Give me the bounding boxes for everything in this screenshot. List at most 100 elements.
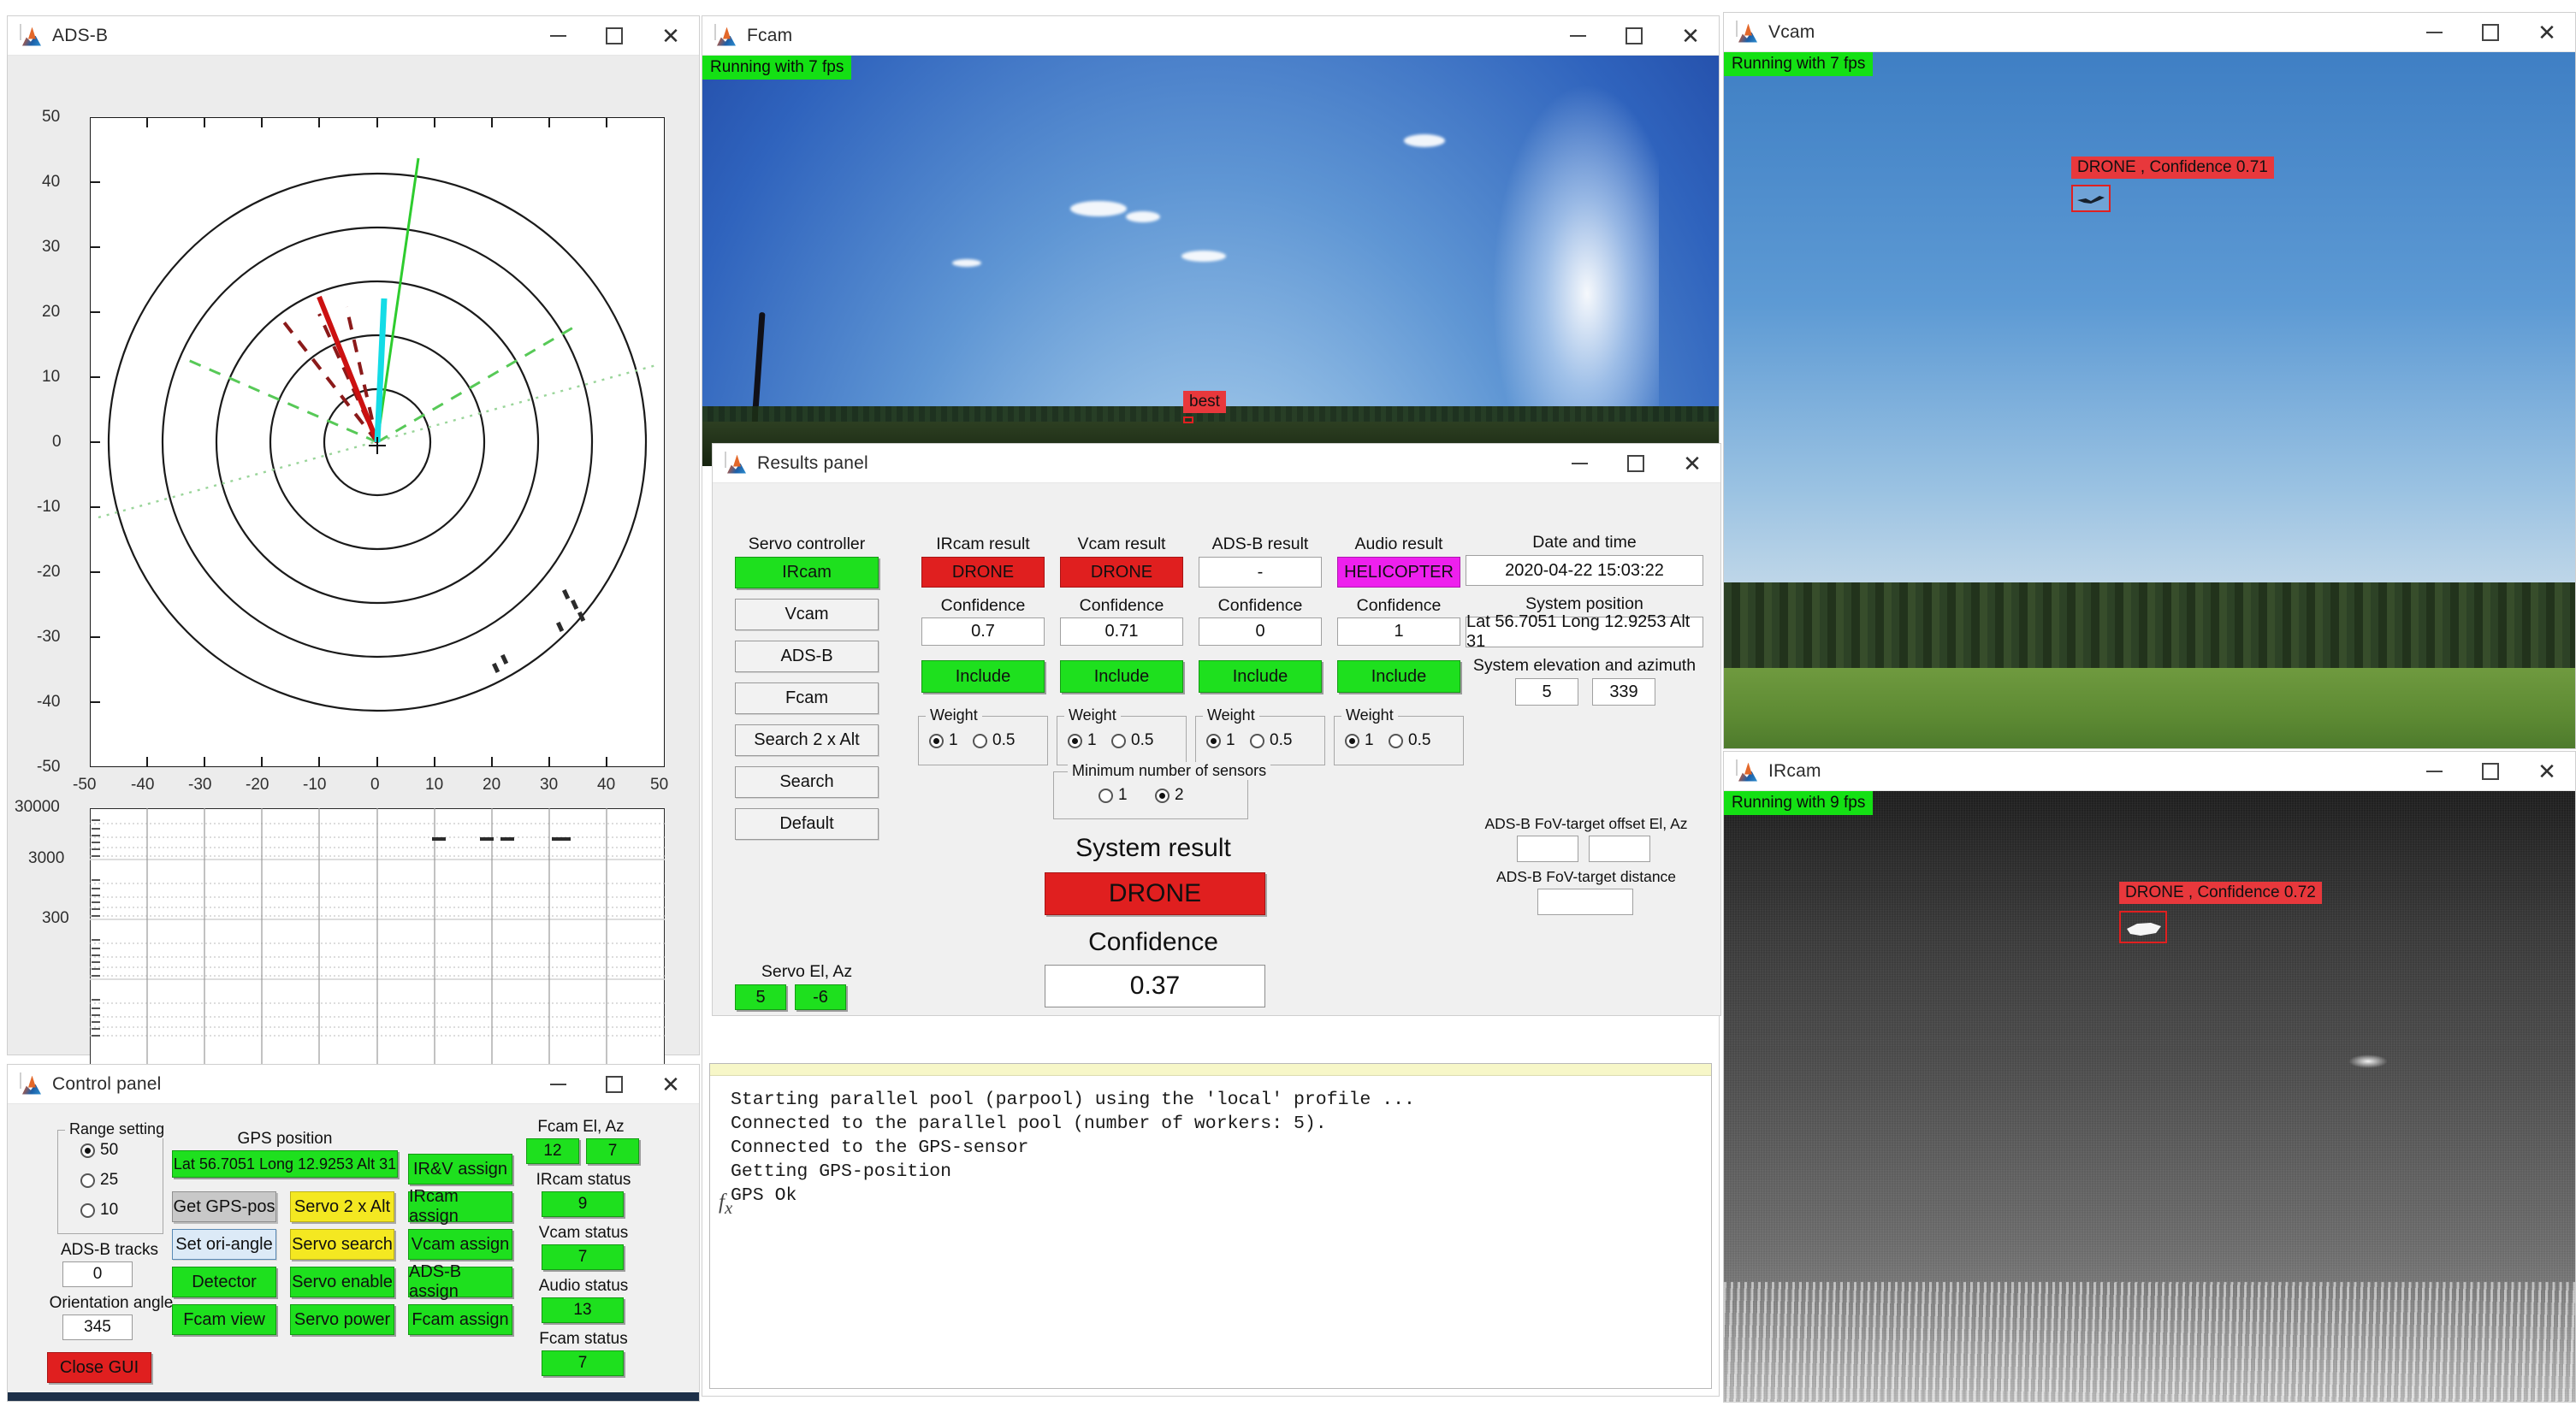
minimize-icon[interactable] bbox=[530, 1066, 586, 1103]
adsb-weight-radio-05[interactable]: 0.5 bbox=[1250, 731, 1292, 750]
vcam-weight-radio-1[interactable]: 1 bbox=[1068, 731, 1097, 750]
adsb-polar-range-plot: 50 40 30 20 10 0 -10 -20 -30 -40 -50 -50… bbox=[37, 108, 668, 794]
adsb-assign-button[interactable]: ADS-B assign bbox=[408, 1262, 512, 1301]
servo-2x-alt-button[interactable]: Servo 2 x Alt bbox=[290, 1191, 394, 1222]
min-sensors-radio-1[interactable]: 1 bbox=[1099, 786, 1128, 805]
range-setting-radio-50[interactable]: 50 bbox=[80, 1141, 118, 1160]
fov-offset-elevation-value[interactable] bbox=[1517, 836, 1578, 862]
close-icon[interactable]: ✕ bbox=[1662, 17, 1719, 55]
servo-controller-button-search[interactable]: Search bbox=[735, 766, 879, 798]
minimize-icon[interactable] bbox=[2406, 753, 2462, 790]
close-icon[interactable]: ✕ bbox=[643, 17, 699, 55]
audio-status-value: 13 bbox=[542, 1297, 624, 1323]
servo-controller-label: Servo controller bbox=[748, 535, 866, 553]
console-line: Connected to the parallel pool (number o… bbox=[731, 1114, 1327, 1134]
maximize-icon[interactable] bbox=[586, 17, 643, 55]
polar-xtick: -30 bbox=[188, 776, 212, 794]
servo-controller-button-vcam[interactable]: Vcam bbox=[735, 599, 879, 630]
polar-ytick: -50 bbox=[37, 758, 61, 776]
min-sensors-radio-2[interactable]: 2 bbox=[1155, 786, 1184, 805]
vcam-confidence-label: Confidence bbox=[1079, 596, 1164, 615]
maximize-icon[interactable] bbox=[2462, 14, 2519, 51]
minimize-icon[interactable] bbox=[1551, 445, 1608, 482]
titlebar-fcam[interactable]: Fcam ✕ bbox=[702, 16, 1719, 56]
fcam-fps-badge: Running with 7 fps bbox=[702, 56, 852, 80]
adsb-tracks-value[interactable]: 0 bbox=[62, 1261, 133, 1287]
titlebar-adsb[interactable]: ADS-B ✕ bbox=[8, 16, 699, 56]
servo-controller-button-default[interactable]: Default bbox=[735, 808, 879, 840]
minimize-icon[interactable] bbox=[2406, 14, 2462, 51]
adsb-confidence-value: 0 bbox=[1199, 617, 1322, 646]
console-line: Starting parallel pool (parpool) using t… bbox=[731, 1090, 1415, 1110]
servo-power-button[interactable]: Servo power bbox=[290, 1304, 394, 1335]
vcam-assign-button[interactable]: Vcam assign bbox=[408, 1229, 512, 1260]
system-elevation-value: 5 bbox=[1515, 678, 1578, 706]
fov-distance-value[interactable] bbox=[1537, 889, 1633, 915]
range-setting-radio-25[interactable]: 25 bbox=[80, 1171, 118, 1190]
servo-enable-button[interactable]: Servo enable bbox=[290, 1267, 394, 1297]
matlab-console[interactable]: Starting parallel pool (parpool) using t… bbox=[709, 1063, 1712, 1389]
fcam-status-value: 7 bbox=[542, 1350, 624, 1376]
range-option-25-label: 25 bbox=[100, 1171, 119, 1189]
window-title-adsb: ADS-B bbox=[52, 25, 109, 45]
minimize-icon[interactable] bbox=[530, 17, 586, 55]
vcam-weight-radio-05[interactable]: 0.5 bbox=[1111, 731, 1153, 750]
matlab-membrane-icon bbox=[1736, 759, 1758, 783]
ircam-assign-button[interactable]: IRcam assign bbox=[408, 1187, 512, 1226]
matlab-membrane-icon bbox=[20, 23, 42, 47]
close-icon[interactable]: ✕ bbox=[2519, 753, 2575, 790]
window-control-panel[interactable]: Control panel ✕ Range setting 50 25 10 A… bbox=[7, 1064, 700, 1402]
fcam-assign-button[interactable]: Fcam assign bbox=[408, 1304, 512, 1335]
audio-weight-radio-1[interactable]: 1 bbox=[1345, 731, 1374, 750]
audio-weight-radio-05[interactable]: 0.5 bbox=[1389, 731, 1430, 750]
servo-search-button[interactable]: Servo search bbox=[290, 1229, 394, 1260]
close-icon[interactable]: ✕ bbox=[2519, 14, 2575, 51]
vcam-include-button[interactable]: Include bbox=[1060, 660, 1183, 693]
maximize-icon[interactable] bbox=[2462, 753, 2519, 790]
servo-controller-button-fcam[interactable]: Fcam bbox=[735, 682, 879, 714]
orientation-angle-value[interactable]: 345 bbox=[62, 1315, 133, 1340]
fcam-view-button[interactable]: Fcam view bbox=[172, 1304, 276, 1335]
set-ori-angle-button[interactable]: Set ori-angle bbox=[172, 1229, 276, 1260]
close-gui-button[interactable]: Close GUI bbox=[47, 1352, 151, 1383]
ir-and-v-assign-button[interactable]: IR&V assign bbox=[408, 1154, 512, 1185]
range-setting-label: Range setting bbox=[65, 1120, 169, 1138]
titlebar-results[interactable]: Results panel ✕ bbox=[713, 444, 1720, 483]
titlebar-vcam[interactable]: Vcam ✕ bbox=[1724, 13, 2575, 52]
alt-ytick: 30000 bbox=[15, 798, 60, 816]
adsb-include-button[interactable]: Include bbox=[1199, 660, 1322, 693]
servo-controller-button-adsb[interactable]: ADS-B bbox=[735, 641, 879, 672]
matlab-membrane-icon bbox=[725, 451, 747, 475]
drone-thermal-blob-icon bbox=[2127, 923, 2161, 936]
ircam-weight-radio-1[interactable]: 1 bbox=[929, 731, 958, 750]
adsb-weight-radio-1[interactable]: 1 bbox=[1206, 731, 1235, 750]
servo-controller-button-ircam[interactable]: IRcam bbox=[735, 557, 879, 588]
range-option-10-label: 10 bbox=[100, 1201, 119, 1219]
maximize-icon[interactable] bbox=[1608, 445, 1664, 482]
fov-offset-azimuth-value[interactable] bbox=[1589, 836, 1650, 862]
get-gps-pos-button[interactable]: Get GPS-pos bbox=[172, 1191, 276, 1222]
maximize-icon[interactable] bbox=[586, 1066, 643, 1103]
audio-confidence-value: 1 bbox=[1337, 617, 1460, 646]
minimize-icon[interactable] bbox=[1549, 17, 1606, 55]
close-icon[interactable]: ✕ bbox=[1664, 445, 1720, 482]
window-ircam[interactable]: IRcam ✕ Running with 9 fps DRONE , Confi… bbox=[1723, 751, 2576, 1403]
ircam-include-button[interactable]: Include bbox=[921, 660, 1045, 693]
polar-ytick: -10 bbox=[37, 498, 61, 516]
servo-controller-button-search-2x-alt[interactable]: Search 2 x Alt bbox=[735, 724, 879, 756]
ircam-weight-radio-05[interactable]: 0.5 bbox=[973, 731, 1015, 750]
window-adsb[interactable]: ADS-B ✕ 50 40 30 20 10 0 -10 -20 -30 -40… bbox=[7, 15, 700, 1091]
close-icon[interactable]: ✕ bbox=[643, 1066, 699, 1103]
detector-button[interactable]: Detector bbox=[172, 1267, 276, 1297]
titlebar-control[interactable]: Control panel ✕ bbox=[8, 1065, 699, 1104]
maximize-icon[interactable] bbox=[1606, 17, 1662, 55]
range-setting-radio-10[interactable]: 10 bbox=[80, 1201, 118, 1220]
window-title-fcam: Fcam bbox=[747, 25, 793, 45]
adsb-altitude-plot: 30000 3000 300 -50 -40 -30 -20 -10 0 10 … bbox=[15, 798, 668, 1091]
vcam-weight-option-1-label: 1 bbox=[1087, 731, 1097, 749]
titlebar-ircam[interactable]: IRcam ✕ bbox=[1724, 752, 2575, 791]
window-vcam[interactable]: Vcam ✕ Running with 7 fps DRONE , Confid… bbox=[1723, 12, 2576, 749]
audio-include-button[interactable]: Include bbox=[1337, 660, 1460, 693]
window-results-panel[interactable]: Results panel ✕ Servo controller IRcam V… bbox=[712, 443, 1721, 1016]
fcam-video-feed: Running with 7 fps best bbox=[702, 56, 1719, 466]
